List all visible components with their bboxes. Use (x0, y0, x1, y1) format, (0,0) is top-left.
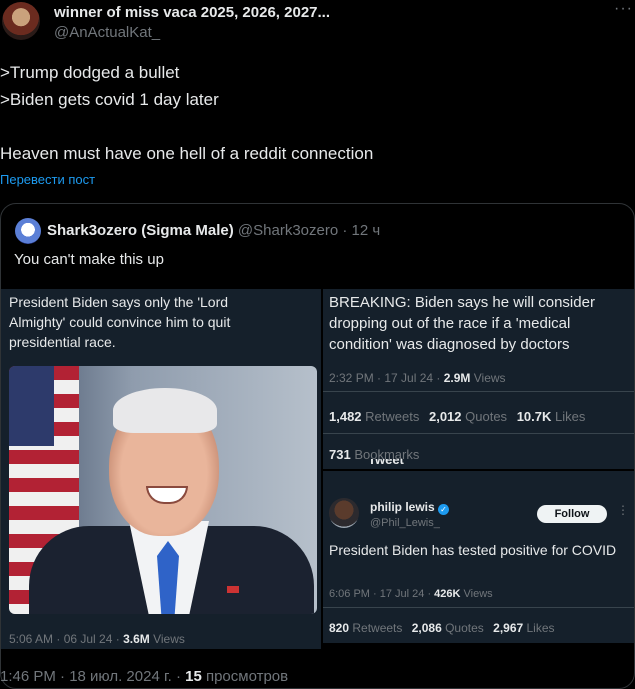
quote-avatar[interactable] (15, 218, 41, 244)
tweet-views-label: просмотров (201, 668, 289, 685)
author-avatar[interactable] (2, 2, 40, 40)
translate-link[interactable]: Перевести пост (0, 172, 95, 187)
philip-likes-count: 2,967 (493, 621, 524, 635)
philip-handle[interactable]: @Phil_Lewis_ (370, 517, 440, 529)
left-views-label: Views (149, 632, 185, 646)
right-top-likes-count: 10.7K (516, 409, 552, 424)
philip-name[interactable]: philip lewis (370, 500, 435, 514)
philip-quotes-count: 2,086 (411, 621, 442, 635)
philip-retweets-count: 820 (329, 621, 350, 635)
left-time: 5:06 AM · 06 Jul 24 · (9, 632, 124, 646)
right-top-time: 2:32 PM · 17 Jul 24 · (329, 371, 444, 385)
cutoff-tweet-header: Tweet (368, 459, 404, 465)
tweet-timestamp[interactable]: 1:46 PM · 18 июл. 2024 г. · (0, 668, 185, 685)
philip-retweets-label: Retweets (349, 621, 403, 635)
philip-views-label: Views (460, 588, 493, 600)
follow-button[interactable]: Follow (537, 505, 607, 523)
left-headline: President Biden says only the 'Lord Almi… (9, 294, 231, 350)
author-display-name[interactable]: winner of miss vaca 2025, 2026, 2027... (54, 4, 330, 21)
philip-views-count: 426K (434, 588, 461, 600)
quote-text: You can't make this up (14, 251, 164, 268)
right-top-quotes-label: Quotes (461, 409, 508, 424)
philip-time: 6:06 PM · 17 Jul 24 · (329, 588, 435, 600)
quote-media-right-bottom[interactable]: philip lewis ✓ @Phil_Lewis_ Follow ⋮ Pre… (323, 471, 634, 643)
right-top-likes-label: Likes (551, 409, 586, 424)
biden-photo (9, 366, 317, 614)
quote-handle[interactable]: @Shark3ozero (238, 222, 338, 239)
philip-avatar[interactable] (329, 498, 359, 528)
right-top-views-label: Views (470, 371, 506, 385)
tweet-line-2: >Biden gets covid 1 day later (0, 90, 219, 109)
right-top-views-count: 2.9M (443, 371, 471, 385)
philip-more-icon[interactable]: ⋮ (617, 503, 629, 517)
right-top-retweets-count: 1,482 (329, 409, 362, 424)
verified-badge-icon: ✓ (438, 504, 450, 515)
quote-media-right-top[interactable]: BREAKING: Biden says he will consider dr… (323, 289, 634, 469)
author-handle[interactable]: @AnActualKat_ (54, 24, 160, 41)
philip-likes-label: Likes (523, 621, 555, 635)
more-dots-icon[interactable]: ··· (614, 0, 633, 18)
left-views-count: 3.6M (123, 632, 150, 646)
tweet-line-1: >Trump dodged a bullet (0, 63, 180, 82)
right-top-retweets-label: Retweets (361, 409, 420, 424)
tweet-views-count: 15 (185, 668, 202, 685)
quote-display-name[interactable]: Shark3ozero (Sigma Male) (47, 222, 234, 239)
philip-tweet-text: President Biden has tested positive for … (329, 542, 617, 558)
quote-time[interactable]: · 12 ч (342, 222, 380, 239)
right-top-quotes-count: 2,012 (428, 409, 462, 424)
quoted-tweet[interactable]: Shark3ozero (Sigma Male) @Shark3ozero · … (0, 203, 635, 689)
philip-quotes-label: Quotes (441, 621, 484, 635)
right-top-headline: BREAKING: Biden says he will consider dr… (329, 294, 595, 353)
right-top-bookmarks-count: 731 (329, 447, 351, 462)
quote-media-left[interactable]: President Biden says only the 'Lord Almi… (1, 289, 321, 649)
tweet-line-3: Heaven must have one hell of a reddit co… (0, 144, 374, 163)
